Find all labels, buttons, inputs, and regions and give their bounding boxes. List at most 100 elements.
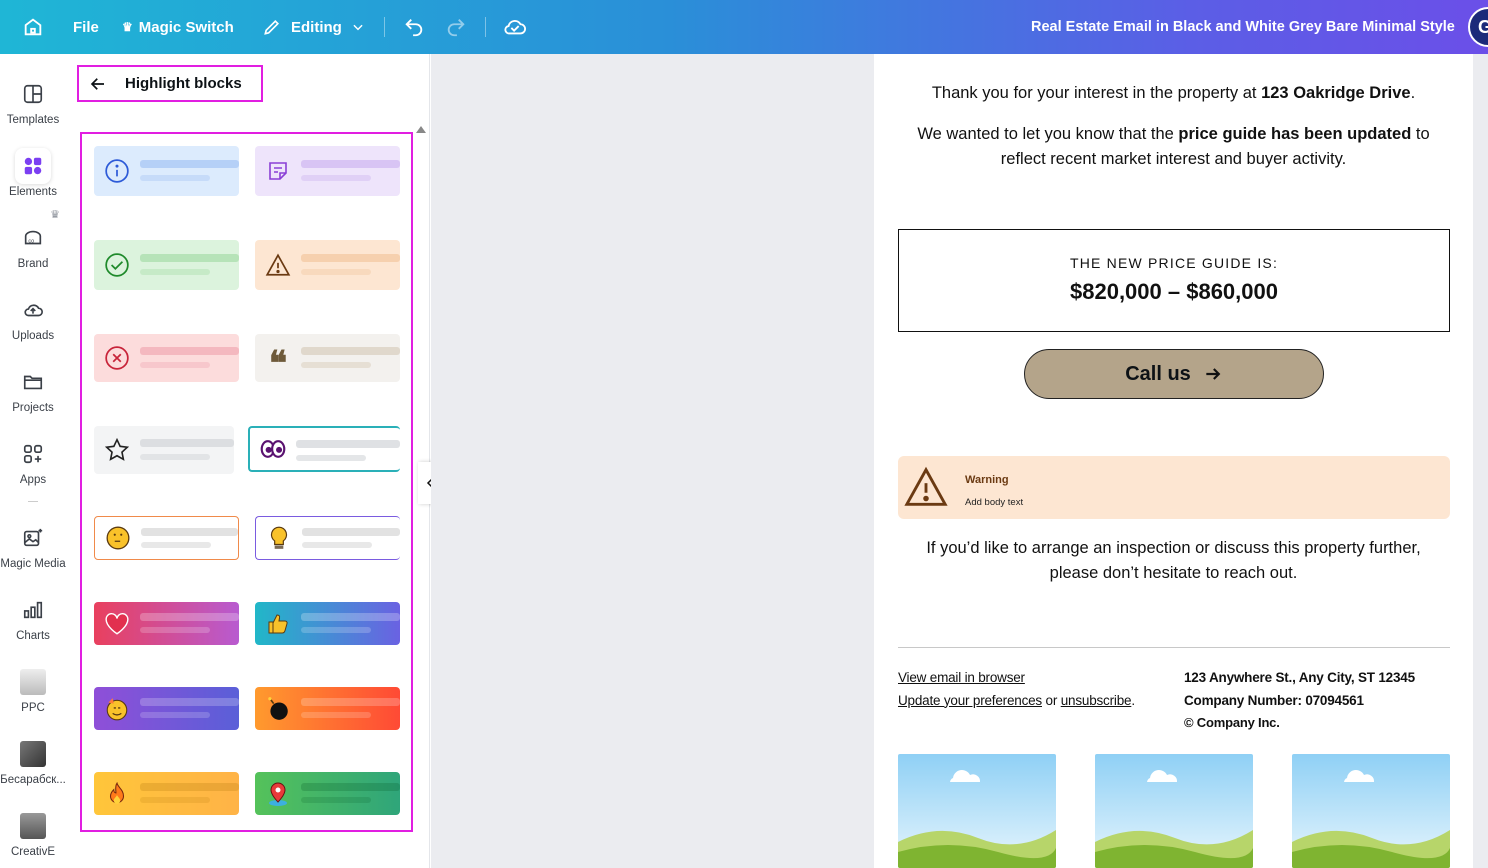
sidebar-item-label: Apps	[19, 474, 47, 486]
warning-body: Add body text	[965, 497, 1024, 508]
highlight-block-party[interactable]	[94, 687, 239, 730]
elements-icon	[15, 148, 51, 184]
image-placeholder[interactable]	[1292, 754, 1450, 868]
highlight-block-success[interactable]	[94, 240, 239, 290]
highlight-block-warning[interactable]	[255, 240, 400, 290]
call-us-button[interactable]: Call us	[1024, 349, 1324, 399]
email-page[interactable]: Thank you for your interest in the prope…	[874, 54, 1473, 868]
highlight-block-idea[interactable]	[255, 516, 400, 560]
closing-paragraph: If you’d like to arrange an inspection o…	[874, 536, 1473, 586]
undo-button[interactable]	[403, 0, 425, 54]
unsubscribe-link[interactable]: unsubscribe	[1061, 693, 1132, 708]
undo-icon	[405, 19, 423, 37]
sidebar-item-brand[interactable]: ♛ co Brand	[0, 209, 66, 276]
home-icon	[24, 18, 42, 36]
warning-block[interactable]: Warning Add body text	[898, 456, 1450, 519]
highlight-block-heart[interactable]	[94, 602, 239, 645]
highlight-block-location[interactable]	[255, 772, 400, 815]
image-placeholder[interactable]	[1095, 754, 1253, 868]
redo-button[interactable]	[445, 0, 467, 54]
highlight-block-thumbs[interactable]	[255, 602, 400, 645]
highlight-block-star[interactable]	[94, 426, 234, 474]
update-preferences-link[interactable]: Update your preferences	[898, 693, 1042, 708]
view-in-browser-link[interactable]: View email in browser	[898, 670, 1025, 685]
scroll-up-arrow[interactable]	[416, 126, 426, 133]
magic-switch-button[interactable]: ♛ Magic Switch	[122, 0, 234, 54]
pencil-icon	[264, 19, 280, 35]
panel-title: Highlight blocks	[125, 75, 242, 92]
sidebar-item-ppc[interactable]: PPC	[0, 658, 66, 720]
crown-icon: ♛	[50, 209, 60, 221]
creative-app-icon	[15, 808, 51, 844]
sidebar-item-uploads[interactable]: Uploads	[0, 286, 66, 348]
footer-divider	[898, 647, 1450, 648]
apps-icon	[15, 436, 51, 472]
sidebar-item-label: Uploads	[11, 330, 55, 342]
sidebar-item-label: Magic Media	[0, 558, 66, 570]
update-line-2: reflect recent market interest and buyer…	[1000, 150, 1347, 168]
highlight-block-thinking[interactable]	[94, 516, 239, 560]
update-text: We wanted to let you know that the	[917, 125, 1179, 143]
divider	[28, 501, 38, 502]
avatar[interactable]: G	[1468, 7, 1488, 47]
company-number: Company Number: 07094561	[1184, 692, 1364, 708]
folder-icon	[15, 364, 51, 400]
highlight-block-note[interactable]	[255, 146, 400, 196]
file-label: File	[73, 18, 99, 36]
highlight-block-bomb[interactable]	[255, 687, 400, 730]
update-emphasis: price guide has been updated	[1178, 125, 1412, 143]
map-pin-icon	[265, 781, 291, 807]
home-button[interactable]	[22, 0, 44, 54]
sidebar-item-projects[interactable]: Projects	[0, 358, 66, 420]
sidebar-item-label: Charts	[16, 630, 50, 642]
cloud-sync-button[interactable]	[503, 0, 527, 54]
highlight-block-eyes[interactable]	[248, 426, 400, 472]
besarab-app-icon	[15, 736, 51, 772]
brand-icon: co	[15, 220, 51, 256]
highlight-block-fire[interactable]	[94, 772, 239, 815]
chevron-down-icon	[353, 24, 363, 31]
magic-media-icon	[15, 520, 51, 556]
highlight-block-quote[interactable]: ❝	[255, 334, 400, 382]
svg-text:co: co	[28, 239, 34, 245]
sidebar-item-label: Elements	[9, 186, 57, 198]
highlight-block-info[interactable]	[94, 146, 239, 196]
property-address: 123 Oakridge Drive	[1261, 84, 1411, 102]
intro-period: .	[1410, 84, 1416, 102]
arrow-right-icon	[1206, 368, 1221, 380]
sidebar-item-label: Projects	[12, 402, 54, 414]
top-bar: File ♛ Magic Switch Editing Real Estate …	[0, 0, 1488, 54]
image-placeholder[interactable]	[898, 754, 1056, 868]
sidebar-item-apps[interactable]: Apps	[0, 430, 66, 492]
sidebar-item-templates[interactable]: Templates	[0, 70, 66, 132]
sidebar-item-charts[interactable]: Charts	[0, 586, 66, 648]
sidebar-item-label: PPC	[21, 702, 45, 714]
sidebar-item-magic-media[interactable]: Magic Media	[0, 514, 66, 576]
quote-icon: ❝	[268, 344, 288, 382]
crown-icon: ♛	[122, 20, 133, 34]
thumbs-up-icon	[265, 611, 291, 637]
sidebar-item-creative[interactable]: CreativE	[0, 802, 66, 864]
file-menu[interactable]: File	[73, 0, 99, 54]
party-emoji-icon	[104, 696, 130, 722]
warning-icon	[265, 252, 291, 278]
thinking-emoji-icon	[105, 525, 131, 551]
update-paragraph: We wanted to let you know that the price…	[874, 122, 1473, 172]
fire-icon	[104, 781, 130, 807]
redo-icon	[447, 19, 465, 37]
highlight-block-error[interactable]	[94, 334, 239, 382]
avatar-initial: G	[1478, 16, 1488, 37]
closing-line-2: please don’t hesitate to reach out.	[1049, 564, 1298, 582]
left-rail: Templates Elements ♛ co Brand Uploads Pr…	[0, 54, 66, 868]
back-arrow-icon[interactable]	[89, 75, 107, 93]
sidebar-item-besarab[interactable]: Бесарабск...	[0, 730, 66, 792]
editing-mode-dropdown[interactable]: Editing	[262, 0, 365, 54]
sidebar-item-elements[interactable]: Elements	[0, 142, 66, 204]
check-circle-icon	[104, 252, 130, 278]
sidebar-item-label: Brand	[17, 258, 49, 270]
heart-icon	[104, 611, 130, 637]
copyright: © Company Inc.	[1184, 715, 1280, 730]
templates-icon	[15, 76, 51, 112]
design-title[interactable]: Real Estate Email in Black and White Gre…	[1031, 0, 1455, 54]
warning-title: Warning	[965, 474, 1009, 486]
